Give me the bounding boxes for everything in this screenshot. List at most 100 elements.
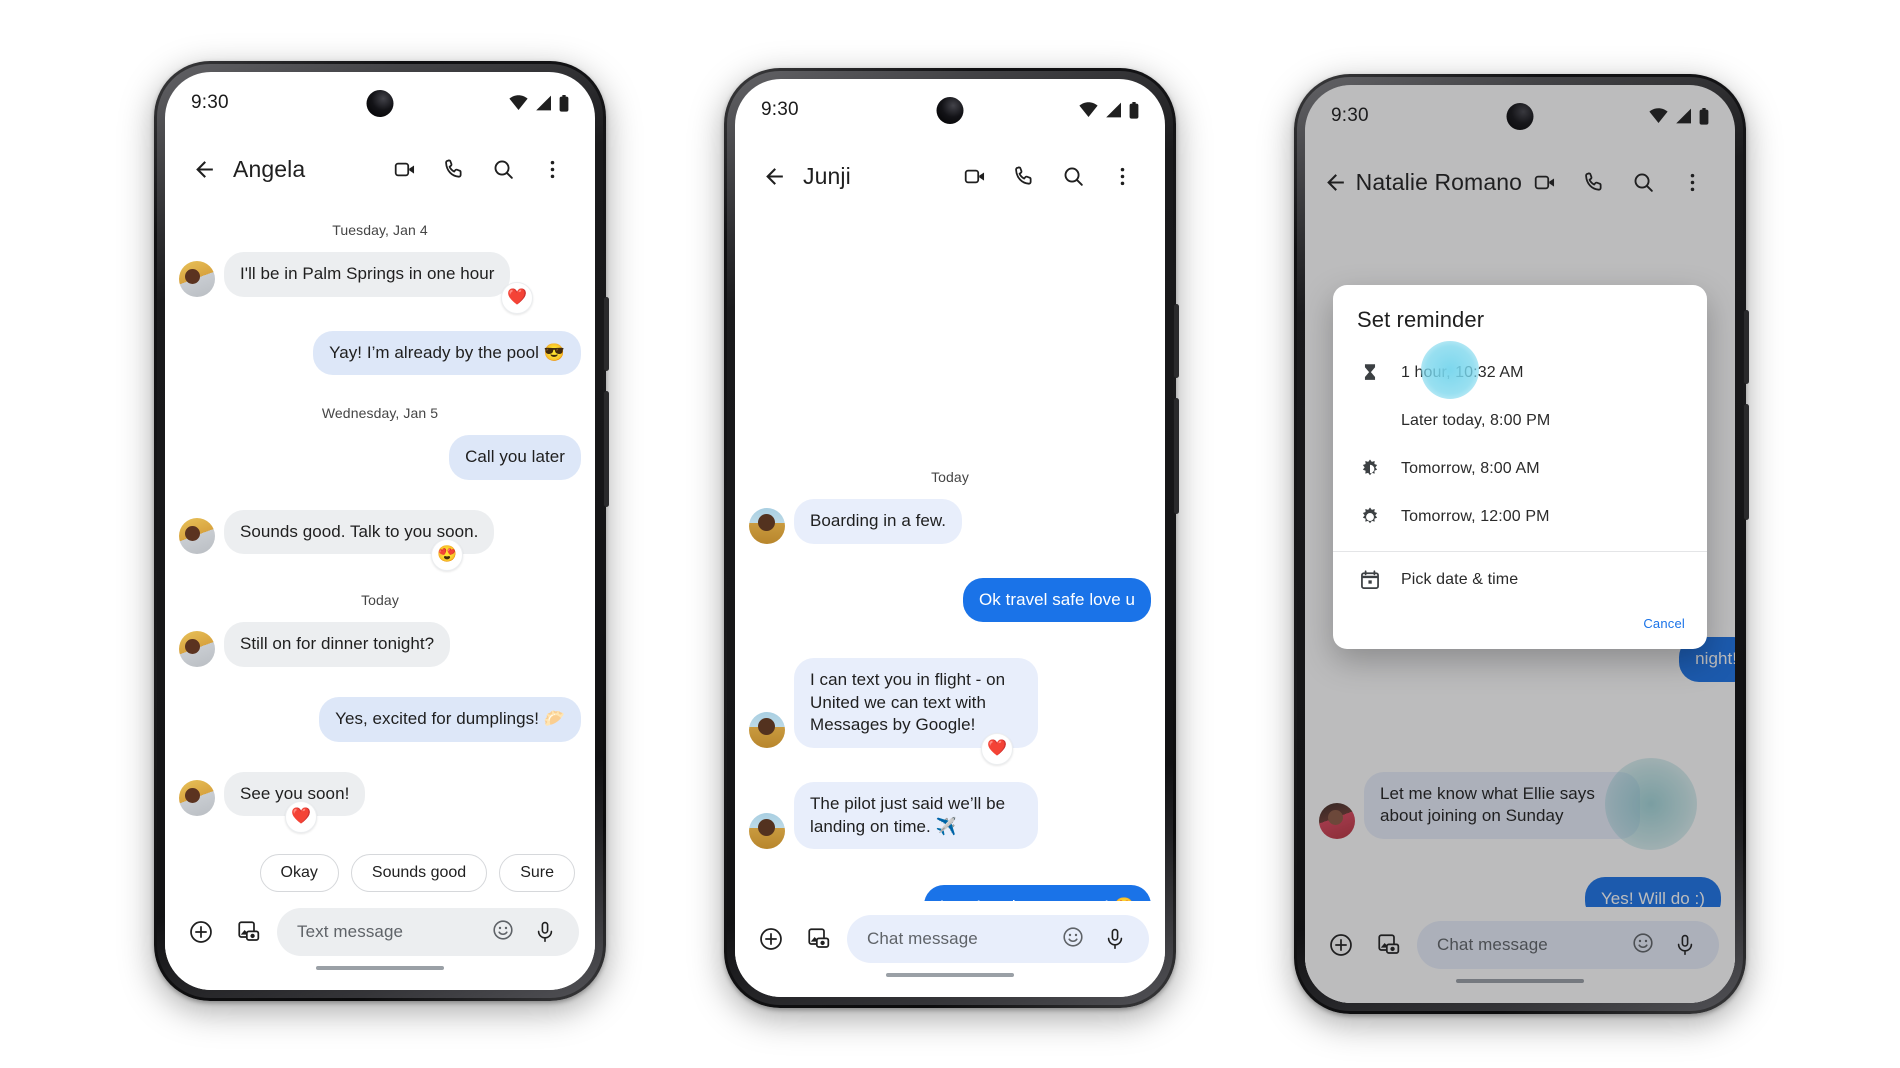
app-bar-actions	[382, 146, 575, 192]
cellular-icon	[535, 95, 552, 111]
reaction-badge[interactable]: 😍	[431, 539, 463, 572]
message-row: The pilot just said we’ll be landing on …	[749, 782, 1151, 850]
smart-reply-chips: Okay Sounds good Sure	[165, 844, 595, 900]
phone-angela: 9:30 Angela Tuesday, Jan 4 I'll be in Pa…	[154, 61, 609, 1001]
gallery-icon[interactable]	[229, 912, 269, 952]
message-input-placeholder: Chat message	[867, 929, 978, 948]
gallery-icon[interactable]	[799, 919, 839, 959]
status-icons	[1079, 101, 1139, 119]
message-row: Yes, excited for dumplings! 🥟	[179, 697, 581, 742]
reaction-badge[interactable]: ❤️	[501, 281, 533, 314]
reminder-option-tomorrow-morning[interactable]: Tomorrow, 8:00 AM	[1333, 445, 1707, 493]
avatar	[749, 507, 785, 544]
phone-natalie: 9:30 Natalie Romano night! Let me know w…	[1294, 74, 1749, 1014]
power-button[interactable]	[1174, 304, 1179, 378]
search-icon[interactable]	[480, 146, 526, 192]
composer: Text message	[165, 900, 595, 966]
phone-screen: 9:30 Angela Tuesday, Jan 4 I'll be in Pa…	[165, 72, 595, 990]
message-row: I can text you in flight - on United we …	[749, 658, 1151, 766]
avatar	[179, 260, 215, 297]
status-icons	[509, 94, 569, 112]
message-bubble[interactable]: Yay! I’m already by the pool 😎	[313, 330, 581, 376]
microphone-icon[interactable]	[1095, 919, 1135, 959]
power-button[interactable]	[604, 297, 609, 371]
home-indicator[interactable]	[316, 966, 444, 970]
reaction-badge[interactable]: ❤️	[285, 801, 317, 834]
navigation-bar	[165, 966, 595, 990]
phone-call-icon[interactable]	[1001, 153, 1047, 199]
hourglass-icon	[1357, 360, 1383, 386]
volume-button[interactable]	[1174, 398, 1179, 514]
volume-button[interactable]	[604, 391, 609, 507]
home-indicator[interactable]	[886, 973, 1014, 977]
message-input[interactable]: Chat message	[847, 915, 1149, 963]
day-divider: Tuesday, Jan 4	[332, 222, 428, 238]
phone-screen: 9:30 Junji Today Boarding in a few. Ok t…	[735, 79, 1165, 997]
composer-zone: Okay Sounds good Sure Text message	[165, 844, 595, 990]
wifi-icon	[1079, 102, 1098, 118]
message-input-placeholder: Text message	[297, 922, 404, 941]
message-row: I'll be in Palm Springs in one hour ❤️	[179, 252, 581, 314]
sunrise-icon	[1357, 456, 1383, 482]
conversation-app-bar: Junji	[735, 141, 1165, 211]
emoji-icon[interactable]	[1061, 925, 1085, 954]
message-thread: Today Boarding in a few. Ok travel safe …	[735, 211, 1165, 942]
dialog-divider	[1333, 551, 1707, 552]
day-divider: Today	[361, 592, 399, 609]
back-arrow-icon[interactable]	[751, 153, 797, 199]
message-row: See you soon! ❤️	[179, 771, 581, 834]
reminder-option-later-today[interactable]: Later today, 8:00 PM	[1333, 397, 1707, 445]
avatar	[179, 780, 215, 817]
conversation-title: Junji	[803, 162, 851, 189]
message-row: Call you later	[179, 435, 581, 480]
cancel-button[interactable]: Cancel	[1643, 616, 1685, 631]
message-bubble[interactable]: Yes, excited for dumplings! 🥟	[319, 697, 581, 742]
reminder-option-1-hour[interactable]: 1 hour, 10:32 AM	[1333, 341, 1707, 399]
conversation-app-bar: Angela	[165, 134, 595, 204]
video-call-icon[interactable]	[952, 153, 998, 199]
message-bubble[interactable]: Boarding in a few.	[794, 499, 963, 544]
set-reminder-dialog: Set reminder 1 hour, 10:32 AM Later toda…	[1333, 285, 1707, 649]
reaction-badge[interactable]: ❤️	[981, 733, 1013, 766]
message-input[interactable]: Text message	[277, 908, 579, 956]
message-bubble[interactable]: I'll be in Palm Springs in one hour	[224, 252, 511, 297]
message-thread: Tuesday, Jan 4 I'll be in Palm Springs i…	[165, 204, 595, 834]
more-vert-icon[interactable]	[1099, 153, 1145, 199]
moon-icon	[1357, 408, 1383, 434]
app-bar-actions	[952, 153, 1145, 199]
phone-screen: 9:30 Natalie Romano night! Let me know w…	[1305, 85, 1735, 1003]
message-bubble[interactable]: Still on for dinner tonight?	[224, 622, 451, 668]
cellular-icon	[1105, 102, 1122, 118]
reminder-option-tomorrow-noon[interactable]: Tomorrow, 12:00 PM	[1333, 493, 1707, 541]
avatar	[749, 712, 785, 749]
power-button[interactable]	[1744, 310, 1749, 384]
message-bubble[interactable]: Ok travel safe love u	[962, 577, 1151, 623]
search-icon[interactable]	[1050, 153, 1096, 199]
plus-circle-icon[interactable]	[751, 919, 791, 959]
smart-reply-chip[interactable]: Okay	[259, 854, 339, 892]
dialog-title: Set reminder	[1357, 307, 1485, 332]
phone-call-icon[interactable]	[431, 146, 477, 192]
battery-icon	[559, 94, 569, 112]
phone-gallery: 9:30 Angela Tuesday, Jan 4 I'll be in Pa…	[0, 0, 1900, 1068]
message-bubble[interactable]: The pilot just said we’ll be landing on …	[794, 782, 1038, 850]
message-bubble[interactable]: Call you later	[449, 435, 581, 480]
reminder-option-pick-date-time[interactable]: Pick date & time	[1333, 556, 1707, 604]
smart-reply-chip[interactable]: Sounds good	[350, 854, 488, 892]
smart-reply-chip[interactable]: Sure	[499, 854, 575, 892]
video-call-icon[interactable]	[382, 146, 428, 192]
more-vert-icon[interactable]	[529, 146, 575, 192]
emoji-icon[interactable]	[491, 918, 515, 947]
status-bar: 9:30	[165, 72, 595, 134]
phone-junji: 9:30 Junji Today Boarding in a few. Ok t…	[724, 68, 1179, 1008]
volume-button[interactable]	[1744, 404, 1749, 520]
status-bar: 9:30	[735, 79, 1165, 141]
front-camera-punchhole	[936, 97, 964, 124]
message-row: Yay! I’m already by the pool 😎	[179, 330, 581, 376]
calendar-icon	[1357, 567, 1383, 593]
back-arrow-icon[interactable]	[181, 146, 227, 192]
plus-circle-icon[interactable]	[181, 912, 221, 952]
microphone-icon[interactable]	[525, 912, 565, 952]
conversation-title: Angela	[233, 155, 306, 182]
battery-icon	[1129, 101, 1139, 119]
